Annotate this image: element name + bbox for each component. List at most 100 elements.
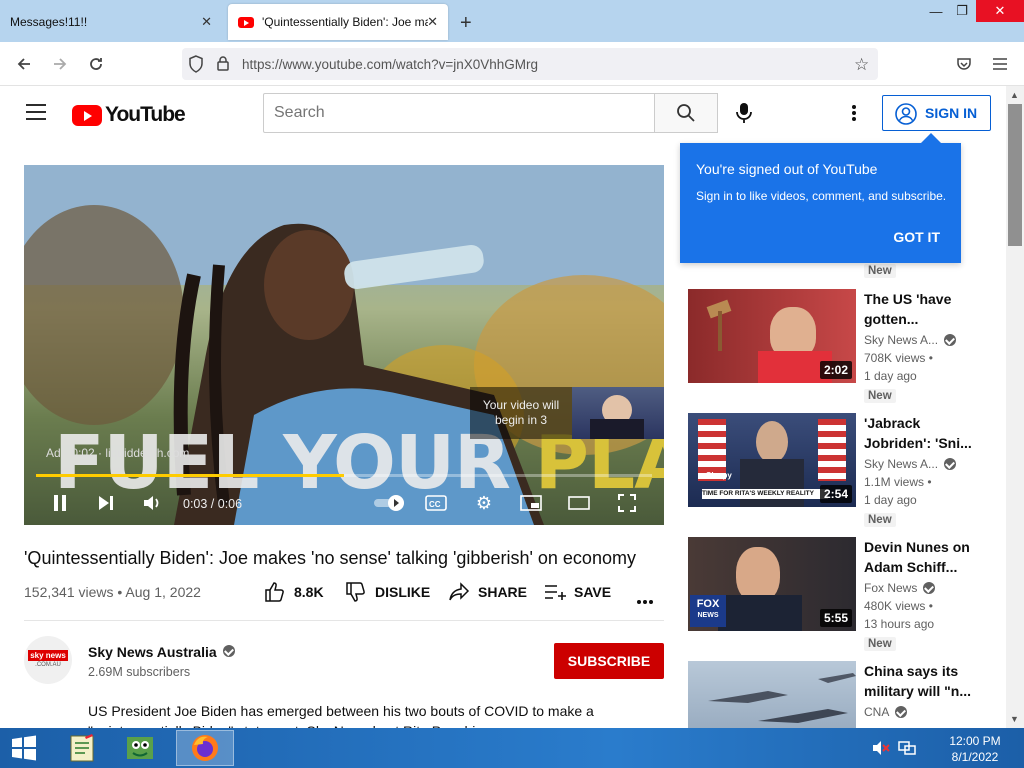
sidebar-video-2[interactable]: Sleepy TIME FOR RITA'S WEEKLY REALITY 2:… — [688, 413, 1006, 527]
youtube-page: YouTube SIGN IN FUEL YOUR PLAY Ad · 0:0 — [0, 86, 1024, 728]
video-description: US President Joe Biden has emerged betwe… — [88, 703, 594, 728]
save-button[interactable]: SAVE — [544, 582, 611, 602]
channel-name[interactable]: Sky News Australia — [88, 644, 235, 660]
ad-countdown-text: Your video will begin in 3 — [482, 398, 560, 427]
volume-muted-icon[interactable] — [872, 740, 890, 761]
video-title[interactable]: China says its military will "n... — [864, 661, 974, 701]
youtube-logo[interactable]: YouTube — [72, 103, 186, 127]
notepad-icon — [70, 734, 94, 762]
minimize-icon[interactable]: — — [924, 0, 948, 22]
scroll-up-icon[interactable]: ▲ — [1010, 90, 1019, 100]
reload-icon[interactable] — [84, 52, 108, 76]
taskbar-notepad-app[interactable] — [56, 730, 108, 766]
share-button[interactable]: SHARE — [448, 582, 527, 602]
restore-icon[interactable]: ❐ — [950, 0, 974, 22]
video-player[interactable]: FUEL YOUR PLAY Ad · 0:02 · liquiddeath.c… — [24, 165, 664, 525]
network-icon[interactable] — [898, 740, 916, 761]
youtube-play-icon — [72, 104, 102, 126]
video-title[interactable]: 'Jabrack Jobriden': 'Sni... — [864, 413, 974, 453]
taskbar-clock[interactable]: 12:00 PM 8/1/2022 — [940, 733, 1010, 765]
ad-countdown[interactable]: Your video will begin in 3 — [470, 387, 664, 439]
channel-avatar-domain: .COM.AU — [35, 662, 61, 668]
video-title[interactable]: Devin Nunes on Adam Schiff... — [864, 537, 974, 577]
scrollbar-thumb[interactable] — [1008, 104, 1022, 246]
video-channel: Fox News — [864, 581, 936, 595]
close-tab-icon[interactable]: ✕ — [427, 14, 438, 30]
thumbnail-caption-strip: TIME FOR RITA'S WEEKLY REALITY — [702, 489, 828, 499]
playlist-add-icon — [545, 585, 566, 600]
channel-name-text: Sky News Australia — [88, 644, 217, 660]
new-tab-icon[interactable]: + — [460, 12, 472, 35]
account-icon — [895, 103, 917, 128]
more-options-icon[interactable] — [851, 104, 857, 127]
lock-icon[interactable] — [216, 55, 230, 77]
thumbs-up-icon — [265, 582, 284, 602]
close-tab-icon[interactable]: ✕ — [201, 14, 212, 30]
theater-mode-icon[interactable] — [567, 491, 591, 515]
sign-in-button[interactable]: SIGN IN — [882, 95, 991, 131]
ad-badge[interactable]: Ad · 0:02 · liquiddeath.com — [46, 446, 189, 460]
video-date: 1 day ago — [864, 493, 917, 507]
close-window-icon[interactable]: ✕ — [976, 0, 1024, 22]
video-title[interactable]: The US 'have gotten... — [864, 289, 974, 329]
taskbar-frog-app[interactable] — [114, 730, 166, 766]
settings-gear-icon[interactable]: ⚙ — [472, 491, 496, 515]
video-duration: 2:54 — [819, 485, 852, 503]
shield-icon[interactable] — [188, 55, 204, 78]
video-progress-fill — [36, 474, 344, 477]
sidebar-video-3[interactable]: FOX NEWS 5:55 Devin Nunes on Adam Schiff… — [688, 537, 1006, 651]
video-date: 13 hours ago — [864, 617, 935, 631]
signed-out-popup: You're signed out of YouTube Sign in to … — [680, 133, 961, 263]
fullscreen-icon[interactable] — [615, 491, 639, 515]
dislike-button[interactable]: DISLIKE — [345, 582, 430, 602]
verified-check-icon — [944, 334, 957, 346]
miniplayer-icon[interactable] — [519, 491, 543, 515]
new-badge: New — [864, 513, 896, 527]
forward-icon[interactable] — [48, 52, 72, 76]
like-button[interactable]: 8.8K — [264, 582, 324, 602]
menu-icon[interactable] — [988, 52, 1012, 76]
divider — [24, 620, 664, 621]
video-thumbnail[interactable]: Sleepy TIME FOR RITA'S WEEKLY REALITY 2:… — [688, 413, 856, 507]
pause-icon[interactable] — [48, 491, 72, 515]
channel-avatar[interactable]: sky news .COM.AU — [24, 636, 72, 684]
pocket-icon[interactable] — [952, 52, 976, 76]
got-it-button[interactable]: GOT IT — [893, 229, 940, 245]
microphone-icon[interactable] — [736, 102, 752, 129]
sign-in-label: SIGN IN — [925, 105, 978, 121]
start-button[interactable] — [0, 730, 48, 766]
channel-name: Sky News A... — [864, 457, 939, 471]
video-thumbnail[interactable]: FOX NEWS 5:55 — [688, 537, 856, 631]
video-views: 480K views • — [864, 599, 933, 613]
subscribe-button[interactable]: SUBSCRIBE — [554, 643, 664, 679]
scroll-down-icon[interactable]: ▼ — [1010, 714, 1019, 724]
windows-logo-icon — [12, 735, 36, 761]
youtube-favicon-icon — [238, 16, 254, 28]
video-duration: 5:55 — [819, 609, 852, 627]
tab-youtube-video[interactable]: 'Quintessentially Biden': Joe ma ✕ — [228, 4, 448, 40]
next-icon[interactable] — [94, 491, 118, 515]
page-scrollbar[interactable]: ▲ ▼ — [1006, 86, 1024, 728]
taskbar-firefox-app[interactable] — [176, 730, 234, 766]
tab-messages[interactable]: Messages!11!! ✕ — [0, 4, 222, 40]
sidebar-video-1[interactable]: 2:02 The US 'have gotten... Sky News A..… — [688, 289, 1006, 403]
hamburger-menu-icon[interactable] — [26, 103, 46, 126]
video-thumbnail[interactable] — [688, 661, 856, 728]
search-input[interactable] — [263, 93, 655, 133]
channel-avatar-logo: sky news — [28, 650, 68, 661]
url-text[interactable]: https://www.youtube.com/watch?v=jnX0VhhG… — [242, 57, 538, 72]
volume-icon[interactable] — [141, 491, 165, 515]
back-icon[interactable] — [12, 52, 36, 76]
bookmark-star-icon[interactable]: ☆ — [854, 55, 869, 75]
search-button[interactable] — [654, 93, 718, 133]
popup-title: You're signed out of YouTube — [696, 161, 878, 177]
captions-icon[interactable]: CC — [423, 491, 449, 515]
url-bar[interactable]: https://www.youtube.com/watch?v=jnX0VhhG… — [182, 48, 878, 80]
sidebar-video-4[interactable]: China says its military will "n... CNA — [688, 661, 1006, 728]
more-actions-icon[interactable] — [636, 592, 654, 610]
autoplay-toggle[interactable] — [370, 491, 410, 515]
video-progress-bar[interactable] — [36, 474, 652, 477]
tab-label: 'Quintessentially Biden': Joe ma — [262, 15, 428, 29]
video-thumbnail[interactable]: 2:02 — [688, 289, 856, 383]
browser-navbar: https://www.youtube.com/watch?v=jnX0VhhG… — [0, 42, 1024, 86]
